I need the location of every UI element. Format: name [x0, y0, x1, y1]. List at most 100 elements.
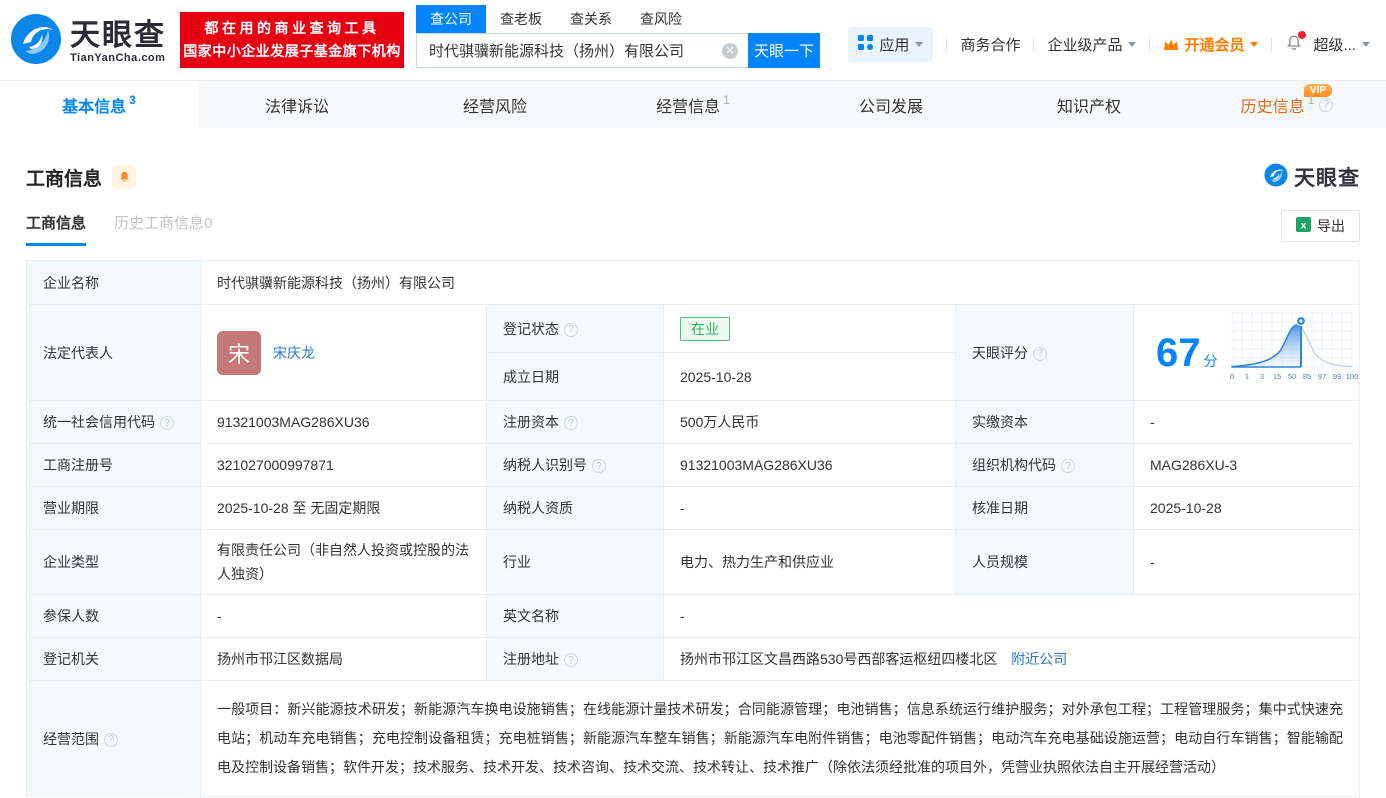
help-icon[interactable] [564, 416, 578, 430]
tianyancha-logo-icon [1264, 163, 1288, 192]
table-row: 统一社会信用代码 91321003MAG286XU36 注册资本 500万人民币… [27, 401, 1360, 444]
nav-open-vip[interactable]: 开通会员 [1163, 34, 1258, 55]
taxpayer-id-label: 纳税人识别号 [487, 444, 664, 487]
search-tab-company[interactable]: 查公司 [416, 5, 486, 33]
establish-date-label: 成立日期 [487, 353, 664, 401]
search-area: 查公司 查老板 查关系 查风险 天眼一下 [416, 5, 820, 68]
section-title: 工商信息 [26, 164, 102, 191]
search-button[interactable]: 天眼一下 [748, 33, 820, 68]
svg-text:15: 15 [1272, 372, 1280, 381]
subtab-row: 工商信息 历史工商信息0 x 导出 [26, 210, 1360, 246]
clear-search-icon[interactable] [722, 43, 738, 59]
tab-legal[interactable]: 法律诉讼 [198, 81, 396, 128]
nav-enterprise[interactable]: 企业级产品 [1047, 34, 1136, 55]
tab-ip[interactable]: 知识产权 [990, 81, 1188, 128]
tab-operation[interactable]: 经营信息 1 [594, 81, 792, 128]
table-row: 企业名称 时代骐骥新能源科技（扬州）有限公司 [27, 261, 1360, 305]
reg-number-label: 工商注册号 [27, 444, 201, 487]
score-unit: 分 [1204, 351, 1218, 371]
org-code-label: 组织机构代码 [956, 444, 1134, 487]
svg-text:85: 85 [1302, 372, 1310, 381]
help-icon[interactable] [1061, 459, 1075, 473]
tianyancha-logo[interactable]: 天眼查 TianYanCha.com [10, 13, 166, 70]
legal-rep-avatar[interactable]: 宋 [217, 331, 261, 375]
svg-text:x: x [1301, 221, 1307, 232]
staff-size-label: 人员规模 [956, 530, 1134, 595]
table-row: 经营范围 一般项目：新兴能源技术研发；新能源汽车换电设施销售；在线能源计量技术研… [27, 681, 1360, 797]
nav-apps[interactable]: 应用 [848, 27, 933, 62]
nav-super-vip[interactable]: 超级... [1313, 34, 1370, 55]
company-type-value: 有限责任公司（非自然人投资或控股的法人独资） [201, 530, 487, 595]
company-tabbar: 基本信息 3 法律诉讼 经营风险 经营信息 1 公司发展 知识产权 VIP 历史… [0, 80, 1386, 128]
tab-history[interactable]: VIP 历史信息 1 [1188, 81, 1386, 128]
help-icon[interactable] [592, 459, 606, 473]
table-row: 营业期限 2025-10-28 至 无固定期限 纳税人资质 - 核准日期 202… [27, 487, 1360, 530]
paid-capital-label: 实缴资本 [956, 401, 1134, 444]
english-name-value: - [664, 595, 1360, 638]
english-name-label: 英文名称 [487, 595, 664, 638]
industry-value: 电力、热力生产和供应业 [664, 530, 956, 595]
tab-history-label: 历史信息 [1241, 93, 1305, 117]
help-icon[interactable] [160, 416, 174, 430]
nav-open-vip-label: 开通会员 [1184, 34, 1244, 55]
tab-development[interactable]: 公司发展 [792, 81, 990, 128]
reg-address-value: 扬州市邗江区文昌西路530号西部客运枢纽四楼北区 [680, 651, 997, 667]
subscribe-bell-button[interactable] [112, 165, 136, 189]
section-header: 工商信息 天眼查 [26, 162, 1360, 192]
subtab-business-info[interactable]: 工商信息 [26, 212, 86, 246]
bell-icon [118, 170, 131, 184]
tab-basic-info-label: 基本信息 [62, 93, 126, 117]
help-icon[interactable] [1033, 347, 1047, 361]
help-icon[interactable] [1319, 98, 1333, 112]
taxpayer-id-value: 91321003MAG286XU36 [664, 444, 956, 487]
subtab-history-business-info[interactable]: 历史工商信息0 [114, 212, 212, 246]
staff-size-value: - [1134, 530, 1360, 595]
company-name-value: 时代骐骥新能源科技（扬州）有限公司 [201, 261, 1360, 305]
tab-basic-info[interactable]: 基本信息 3 [0, 81, 198, 128]
tab-risk[interactable]: 经营风险 [396, 81, 594, 128]
search-input[interactable] [416, 33, 748, 68]
business-scope-value: 一般项目：新兴能源技术研发；新能源汽车换电设施销售；在线能源计量技术研发；合同能… [201, 681, 1360, 797]
tab-legal-label: 法律诉讼 [265, 93, 329, 117]
table-row: 法定代表人 宋 宋庆龙 登记状态 在业 天眼评分 67 分 [27, 305, 1360, 353]
help-icon[interactable] [564, 323, 578, 337]
score-cell: 67 分 [1134, 305, 1360, 401]
nearby-companies-link[interactable]: 附近公司 [1011, 651, 1067, 667]
chevron-down-icon [1362, 42, 1370, 47]
tab-development-label: 公司发展 [859, 93, 923, 117]
insured-value: - [201, 595, 487, 638]
export-button-label: 导出 [1317, 216, 1345, 236]
legal-rep-link[interactable]: 宋庆龙 [273, 343, 315, 363]
reg-authority-value: 扬州市邗江区数据局 [201, 638, 487, 681]
company-name-label: 企业名称 [27, 261, 201, 305]
search-tab-boss[interactable]: 查老板 [486, 5, 556, 33]
svg-text:99: 99 [1332, 372, 1340, 381]
nav-cooperation[interactable]: 商务合作 [960, 34, 1020, 55]
export-button[interactable]: x 导出 [1281, 210, 1360, 242]
industry-label: 行业 [487, 530, 664, 595]
tab-operation-label: 经营信息 [656, 93, 720, 117]
top-header: 天眼查 TianYanCha.com 都在用的商业查询工具 国家中小企业发展子基… [0, 0, 1386, 80]
chevron-down-icon [915, 42, 923, 47]
org-code-value: MAG286XU-3 [1134, 444, 1360, 487]
reg-address-label: 注册地址 [487, 638, 664, 681]
nav-apps-label: 应用 [879, 34, 909, 55]
nav-super-vip-label: 超级... [1313, 34, 1356, 55]
search-tab-relation[interactable]: 查关系 [556, 5, 626, 33]
notification-bell[interactable] [1285, 34, 1303, 56]
svg-text:100: 100 [1345, 372, 1357, 381]
tab-history-count: 1 [1308, 93, 1315, 107]
credit-code-value: 91321003MAG286XU36 [201, 401, 487, 444]
score-value: 67 [1156, 333, 1201, 373]
nav-divider [1149, 37, 1150, 52]
legal-rep-cell: 宋 宋庆龙 [201, 305, 487, 401]
help-icon[interactable] [104, 733, 118, 747]
help-icon[interactable] [564, 653, 578, 667]
crown-icon [1163, 38, 1179, 52]
svg-text:50: 50 [1287, 372, 1295, 381]
tab-risk-label: 经营风险 [463, 93, 527, 117]
tianyancha-watermark: 天眼查 [1264, 162, 1360, 192]
score-label: 天眼评分 [956, 305, 1134, 401]
search-tab-risk[interactable]: 查风险 [626, 5, 696, 33]
banner-line1: 都在用的商业查询工具 [205, 17, 380, 40]
